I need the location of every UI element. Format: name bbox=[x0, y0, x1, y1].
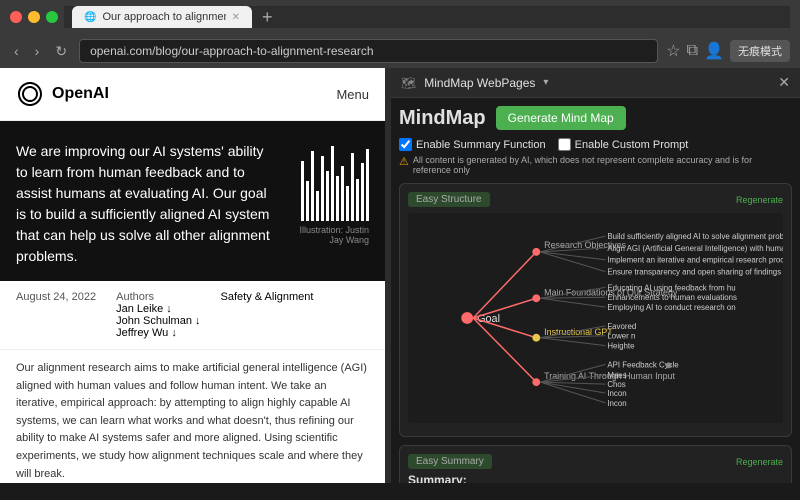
svg-text:Implement an iterative and emp: Implement an iterative and empirical res… bbox=[607, 256, 783, 265]
svg-text:Chos: Chos bbox=[607, 380, 625, 389]
summary-function-label: Enable Summary Function bbox=[416, 139, 546, 151]
illustration-credit: Illustration: Justin Jay Wang bbox=[289, 225, 369, 245]
custom-prompt-toggle[interactable]: Enable Custom Prompt bbox=[558, 138, 689, 151]
tab-title: Our approach to alignment r... bbox=[102, 11, 225, 23]
site-header: OpenAI Menu bbox=[0, 68, 385, 121]
barcode-visual bbox=[301, 141, 369, 221]
summary-function-toggle[interactable]: Enable Summary Function bbox=[399, 138, 546, 151]
mindmap-main-title: MindMap bbox=[399, 107, 486, 130]
easy-structure-label: Easy Structure bbox=[408, 192, 490, 207]
svg-text:Heighte: Heighte bbox=[607, 342, 635, 351]
author-1[interactable]: Jan Leike ↓ bbox=[116, 303, 200, 315]
generate-mindmap-btn[interactable]: Generate Mind Map bbox=[496, 106, 626, 130]
custom-prompt-label: Enable Custom Prompt bbox=[575, 139, 689, 151]
svg-text:Favored: Favored bbox=[607, 322, 636, 331]
regenerate-summary-btn[interactable]: Regenerate bbox=[736, 457, 783, 467]
back-btn[interactable]: ‹ bbox=[10, 41, 23, 61]
article-body: Our alignment research aims to make arti… bbox=[0, 350, 385, 483]
tab-bar: 🌐 Our approach to alignment r... ✕ + bbox=[64, 6, 790, 28]
url-input[interactable]: openai.com/blog/our-approach-to-alignmen… bbox=[79, 39, 658, 63]
svg-text:Maes: Maes bbox=[607, 371, 626, 380]
main-area: OpenAI Menu We are improving our AI syst… bbox=[0, 68, 800, 483]
svg-text:Lower n: Lower n bbox=[607, 332, 635, 341]
forward-btn[interactable]: › bbox=[31, 41, 44, 61]
mindmap-panel-icon: 🗺 bbox=[401, 76, 416, 90]
hero-section: We are improving our AI systems' ability… bbox=[0, 121, 385, 281]
openai-logo: OpenAI bbox=[16, 80, 109, 108]
hero-paragraph: We are improving our AI systems' ability… bbox=[16, 141, 279, 267]
card-header: Easy Structure Regenerate bbox=[408, 192, 783, 207]
article-meta: August 24, 2022 Authors Jan Leike ↓ John… bbox=[0, 281, 385, 350]
body-paragraph-1: Our alignment research aims to make arti… bbox=[16, 360, 369, 483]
profile-icon[interactable]: 👤 bbox=[704, 41, 724, 61]
mindmap-section-title-row: MindMap Generate Mind Map bbox=[399, 106, 792, 130]
refresh-btn[interactable]: ↻ bbox=[51, 41, 71, 62]
author-2[interactable]: John Schulman ↓ bbox=[116, 315, 200, 327]
warning-icon: ⚠ bbox=[399, 155, 409, 168]
svg-text:Align AGI (Artificial General: Align AGI (Artificial General Intelligen… bbox=[607, 244, 783, 253]
url-text: openai.com/blog/our-approach-to-alignmen… bbox=[90, 44, 374, 58]
mindmap-panel-title: MindMap WebPages bbox=[424, 76, 535, 90]
easy-summary-card: Easy Summary Regenerate Summary: This bl… bbox=[399, 445, 792, 483]
mindmap-title-area: 🗺 MindMap WebPages ▾ bbox=[401, 76, 548, 90]
title-bar: 🌐 Our approach to alignment r... ✕ + bbox=[0, 0, 800, 34]
minimize-window-btn[interactable] bbox=[28, 11, 40, 23]
meta-authors: Authors Jan Leike ↓ John Schulman ↓ Jeff… bbox=[116, 291, 200, 339]
meta-date: August 24, 2022 bbox=[16, 291, 96, 339]
close-window-btn[interactable] bbox=[10, 11, 22, 23]
easy-summary-label: Easy Summary bbox=[408, 454, 492, 469]
website-panel: OpenAI Menu We are improving our AI syst… bbox=[0, 68, 385, 483]
mindmap-content: MindMap Generate Mind Map Enable Summary… bbox=[391, 98, 800, 483]
summary-card-header: Easy Summary Regenerate bbox=[408, 454, 783, 469]
logo-text: OpenAI bbox=[52, 85, 109, 103]
svg-text:Incon: Incon bbox=[607, 389, 626, 398]
mindmap-header: 🗺 MindMap WebPages ▾ ✕ bbox=[391, 68, 800, 98]
easy-structure-card: Easy Structure Regenerate Goal Research … bbox=[399, 183, 792, 437]
panel-close-btn[interactable]: ✕ bbox=[778, 74, 790, 91]
panel-dropdown-btn[interactable]: ▾ bbox=[543, 77, 548, 88]
author-3[interactable]: Jeffrey Wu ↓ bbox=[116, 327, 200, 339]
svg-text:Ensure transparency and open s: Ensure transparency and open sharing of … bbox=[607, 268, 781, 277]
bookmark-icon[interactable]: ☆ bbox=[666, 41, 680, 61]
fullscreen-window-btn[interactable] bbox=[46, 11, 58, 23]
bookmark-area: ☆ ⧉ 👤 无痕模式 bbox=[666, 40, 790, 62]
traffic-lights bbox=[10, 11, 58, 23]
svg-text:Build sufficiently aligned AI: Build sufficiently aligned AI to solve a… bbox=[607, 232, 783, 241]
date-text: August 24, 2022 bbox=[16, 291, 96, 303]
svg-text:Educating AI using feedback fr: Educating AI using feedback from hu bbox=[607, 283, 735, 292]
extensions-icon[interactable]: ⧉ bbox=[687, 42, 698, 60]
address-bar: ‹ › ↻ openai.com/blog/our-approach-to-al… bbox=[0, 34, 800, 68]
hero-text: We are improving our AI systems' ability… bbox=[16, 141, 289, 281]
svg-text:Enhancements to human evaluati: Enhancements to human evaluations bbox=[607, 293, 737, 302]
mindmap-panel: 🗺 MindMap WebPages ▾ ✕ MindMap Generate … bbox=[391, 68, 800, 483]
svg-text:Incon: Incon bbox=[607, 399, 626, 408]
disclaimer-text: All content is generated by AI, which do… bbox=[413, 155, 792, 175]
incognito-btn[interactable]: 无痕模式 bbox=[730, 40, 790, 62]
options-row: Enable Summary Function Enable Custom Pr… bbox=[399, 138, 792, 151]
summary-function-checkbox[interactable] bbox=[399, 138, 412, 151]
ai-disclaimer: ⚠ All content is generated by AI, which … bbox=[399, 155, 792, 175]
summary-title: Summary: bbox=[408, 473, 783, 483]
new-tab-btn[interactable]: + bbox=[262, 7, 273, 28]
mindmap-tree-svg: Goal Research Objectives Build sufficien… bbox=[408, 213, 783, 423]
authors-label: Authors bbox=[116, 291, 200, 303]
svg-text:Employing AI to conduct resear: Employing AI to conduct research on bbox=[607, 303, 735, 312]
active-tab[interactable]: 🌐 Our approach to alignment r... ✕ bbox=[72, 6, 252, 28]
tab-close-btn[interactable]: ✕ bbox=[232, 12, 240, 23]
regenerate-structure-btn[interactable]: Regenerate bbox=[736, 195, 783, 205]
custom-prompt-checkbox[interactable] bbox=[558, 138, 571, 151]
meta-category: Safety & Alignment bbox=[221, 291, 314, 339]
menu-btn[interactable]: Menu bbox=[336, 87, 369, 102]
hero-image: Illustration: Justin Jay Wang bbox=[289, 141, 369, 281]
tab-favicon: 🌐 bbox=[84, 12, 96, 23]
